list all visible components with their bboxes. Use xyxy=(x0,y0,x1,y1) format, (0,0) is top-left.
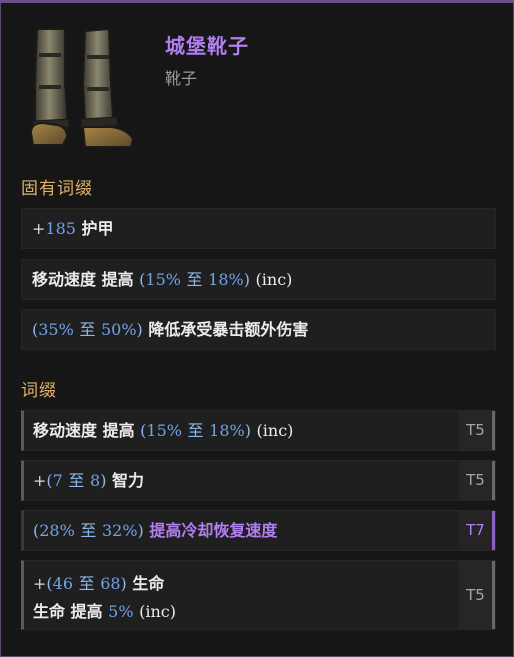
stat-label: 智力 xyxy=(112,471,145,490)
range-min: 7 xyxy=(52,471,63,490)
range-close: ) xyxy=(100,471,107,490)
stat-label: 移动速度 提高 xyxy=(33,421,135,440)
implicit-row: (35% 至 50%) 降低承受暴击额外伤害 xyxy=(21,309,496,350)
stat-label: 护甲 xyxy=(81,219,114,238)
stat-label: 生命 xyxy=(132,574,165,593)
item-tooltip: 城堡靴子 靴子 固有词缀 +185 护甲 移动速度 提高 (15% 至 18%)… xyxy=(0,0,514,657)
range-max: 18% xyxy=(208,270,244,289)
boots-icon xyxy=(29,27,135,148)
range-to: 至 xyxy=(187,421,204,440)
tier-badge: T5 xyxy=(459,411,495,450)
stat-value-secondary: 5% xyxy=(108,602,134,621)
range-close: ) xyxy=(137,521,144,540)
tier-badge: T7 xyxy=(459,511,495,550)
range-min: 28% xyxy=(39,521,75,540)
range-max: 8 xyxy=(90,471,101,490)
inc-tag: (inc) xyxy=(255,270,293,289)
range-close: ) xyxy=(120,574,127,593)
inc-tag: (inc) xyxy=(256,421,294,440)
tier-badge: T5 xyxy=(459,561,495,629)
range-min: 15% xyxy=(146,421,182,440)
range-to: 至 xyxy=(68,471,85,490)
range-to: 至 xyxy=(79,320,96,339)
range-max: 68 xyxy=(100,574,121,593)
plus-sign: + xyxy=(33,471,47,490)
range-max: 50% xyxy=(100,320,137,339)
implicit-section-title: 固有词缀 xyxy=(21,179,93,199)
affix-row: +(7 至 8) 智力 T5 xyxy=(21,460,496,501)
range-min: 35% xyxy=(38,320,74,339)
affix-section-title: 词缀 xyxy=(21,381,57,401)
stat-label-secondary: 生命 提高 xyxy=(33,602,103,621)
stat-label: 提高冷却恢复速度 xyxy=(149,521,278,540)
implicit-row: 移动速度 提高 (15% 至 18%) (inc) xyxy=(21,259,496,300)
stat-label: 移动速度 提高 xyxy=(32,270,134,289)
item-name: 城堡靴子 xyxy=(165,34,249,58)
affix-row: (28% 至 32%) 提高冷却恢复速度 T7 xyxy=(21,510,496,551)
implicit-row: +185 护甲 xyxy=(21,208,496,249)
tier-badge: T5 xyxy=(459,461,495,500)
range-min: 15% xyxy=(145,270,181,289)
inc-tag: (inc) xyxy=(139,602,176,621)
plus-sign: + xyxy=(32,219,46,238)
range-close: ) xyxy=(244,421,251,440)
item-type: 靴子 xyxy=(165,69,198,88)
range-close: ) xyxy=(136,320,143,339)
item-header: 城堡靴子 靴子 xyxy=(1,3,513,163)
range-to: 至 xyxy=(80,521,97,540)
range-min: 46 xyxy=(52,574,74,593)
range-close: ) xyxy=(243,270,250,289)
range-to: 至 xyxy=(78,574,95,593)
stat-label: 降低承受暴击额外伤害 xyxy=(148,320,309,339)
affix-row: +(46 至 68) 生命 生命 提高 5% (inc) T5 xyxy=(21,560,496,630)
range-max: 32% xyxy=(101,521,138,540)
stat-value: 185 xyxy=(45,219,76,238)
range-to: 至 xyxy=(186,270,203,289)
affix-row: 移动速度 提高 (15% 至 18%) (inc) T5 xyxy=(21,410,496,451)
range-max: 18% xyxy=(209,421,245,440)
plus-sign: + xyxy=(33,574,47,593)
